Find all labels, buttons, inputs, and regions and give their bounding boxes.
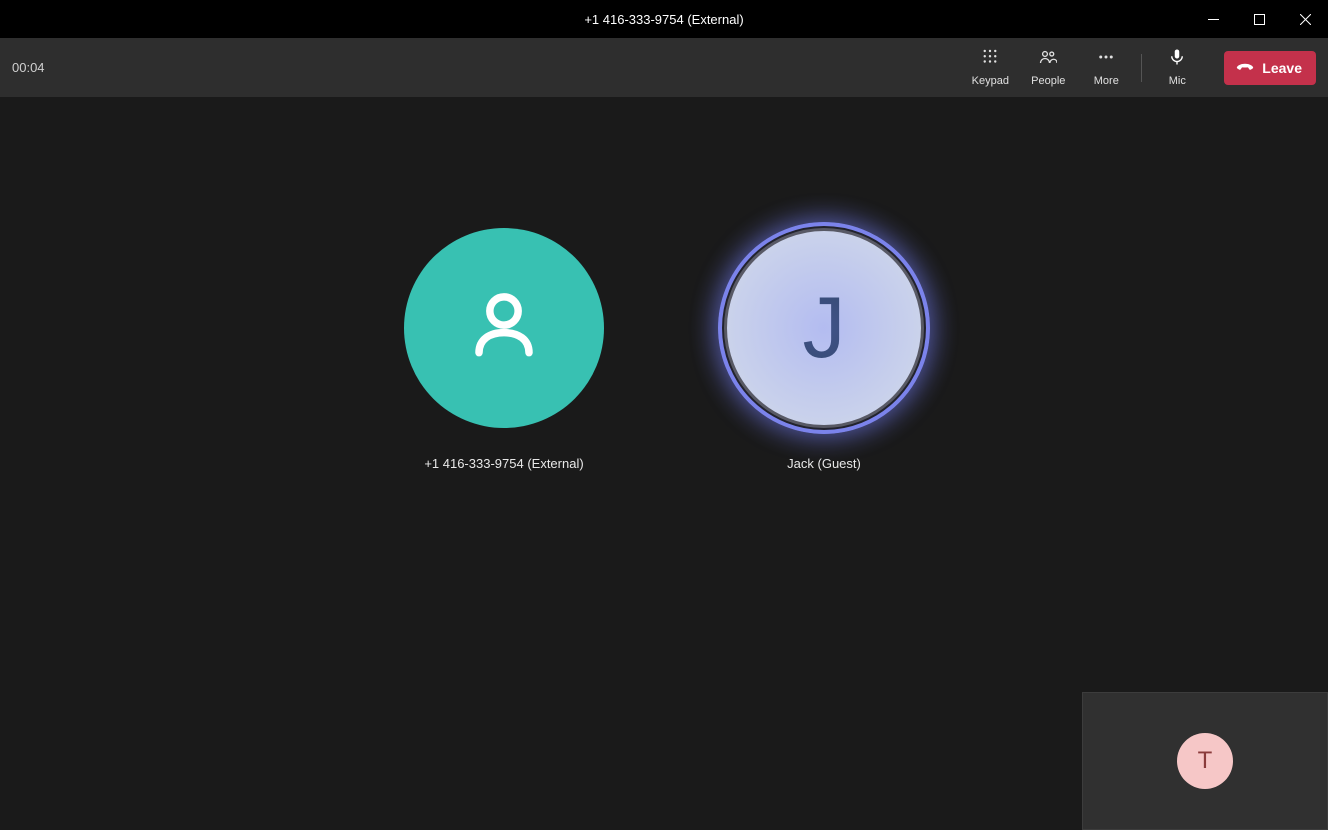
participant-name: Jack (Guest) — [787, 456, 861, 471]
participant-jack[interactable]: J Jack (Guest) — [694, 228, 954, 830]
more-label: More — [1094, 75, 1119, 87]
title-bar: +1 416-333-9754 (External) — [0, 0, 1328, 38]
window-maximize-button[interactable] — [1236, 0, 1282, 38]
window-close-button[interactable] — [1282, 0, 1328, 38]
toolbar-divider — [1141, 54, 1142, 82]
keypad-label: Keypad — [972, 75, 1009, 87]
call-toolbar: 00:04 Keypad People More Mic Leave — [0, 38, 1328, 98]
keypad-button[interactable]: Keypad — [961, 38, 1019, 98]
window-minimize-button[interactable] — [1190, 0, 1236, 38]
more-icon — [1097, 48, 1115, 69]
speaking-ring — [718, 222, 930, 434]
mic-button[interactable]: Mic — [1148, 38, 1206, 98]
call-stage: +1 416-333-9754 (External) J Jack (Guest… — [0, 98, 1328, 830]
participant-external[interactable]: +1 416-333-9754 (External) — [374, 228, 634, 830]
avatar-external — [404, 228, 604, 428]
keypad-icon — [981, 48, 999, 69]
people-icon — [1039, 48, 1057, 69]
window-controls — [1190, 0, 1328, 38]
self-preview[interactable]: T — [1082, 692, 1328, 830]
leave-button[interactable]: Leave — [1224, 51, 1316, 85]
avatar-speaking: J — [724, 228, 924, 428]
hangup-icon — [1236, 57, 1254, 78]
mic-icon — [1168, 48, 1186, 69]
more-button[interactable]: More — [1077, 38, 1135, 98]
participants-container: +1 416-333-9754 (External) J Jack (Guest… — [374, 228, 954, 830]
mic-label: Mic — [1169, 75, 1186, 87]
leave-label: Leave — [1262, 60, 1302, 76]
window-title: +1 416-333-9754 (External) — [584, 12, 743, 27]
people-button[interactable]: People — [1019, 38, 1077, 98]
people-label: People — [1031, 75, 1065, 87]
self-avatar: T — [1177, 733, 1233, 789]
person-icon — [454, 276, 554, 381]
call-timer: 00:04 — [12, 60, 45, 75]
participant-name: +1 416-333-9754 (External) — [424, 456, 583, 471]
